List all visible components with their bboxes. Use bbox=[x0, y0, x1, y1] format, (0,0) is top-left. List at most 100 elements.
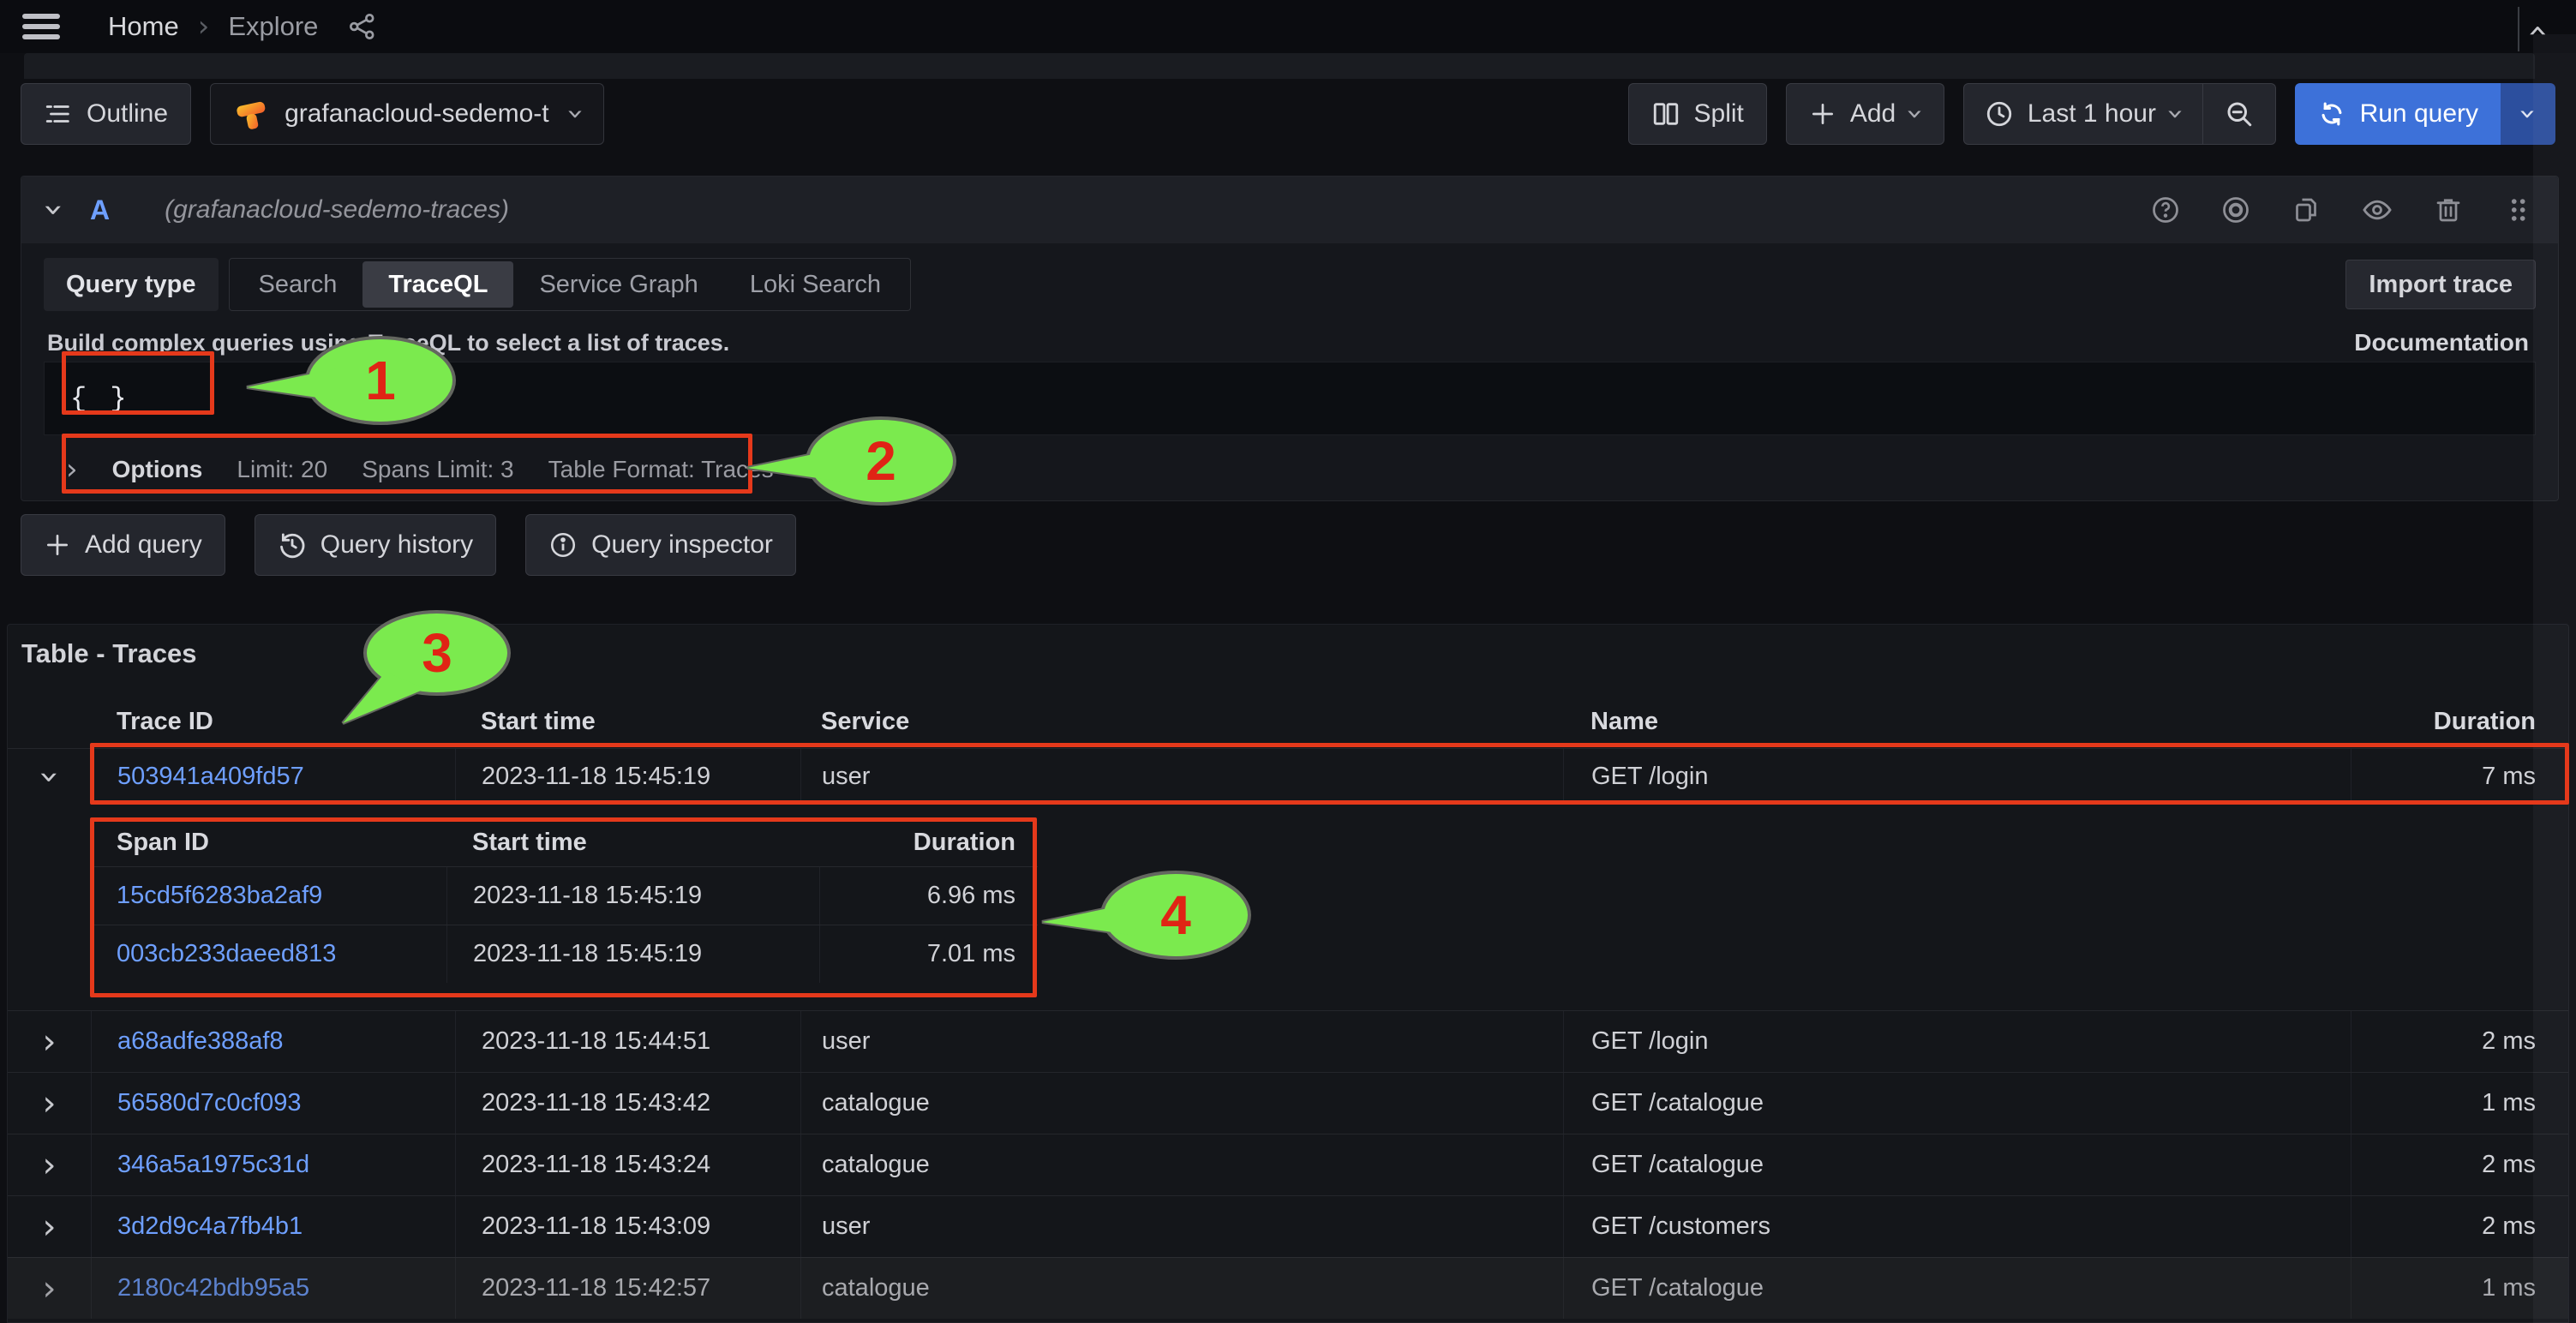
trace-duration: 2 ms bbox=[2351, 1196, 2569, 1257]
trace-id-link[interactable]: 3d2d9c4a7fb4b1 bbox=[91, 1196, 455, 1257]
span-row[interactable]: 003cb233daeed813 2023-11-18 15:45:19 7.0… bbox=[91, 925, 1038, 983]
query-options-row[interactable]: › Options Limit: 20 Spans Limit: 3 Table… bbox=[44, 444, 774, 495]
datasource-picker[interactable]: grafanacloud-sedemo-t › bbox=[210, 83, 604, 145]
split-button[interactable]: Split bbox=[1628, 83, 1767, 145]
eye-icon[interactable] bbox=[2361, 194, 2393, 226]
trace-duration: 1 ms bbox=[2351, 1258, 2569, 1319]
page-top-strip bbox=[24, 53, 2535, 79]
col-start-time[interactable]: Start time bbox=[455, 699, 800, 744]
options-table-format: Table Format: Traces bbox=[548, 456, 774, 483]
trace-id-link[interactable]: 503941a409fd57 bbox=[91, 749, 455, 805]
query-actions: Add query Query history Query inspector bbox=[21, 514, 796, 576]
add-query-button[interactable]: Add query bbox=[21, 514, 225, 576]
query-inspector-button[interactable]: Query inspector bbox=[525, 514, 796, 576]
traces-table-panel: Table - Traces Trace ID Start time Servi… bbox=[7, 624, 2569, 1323]
split-label: Split bbox=[1694, 99, 1744, 129]
trace-duration: 2 ms bbox=[2351, 1011, 2569, 1072]
datasource-name: grafanacloud-sedemo-t bbox=[285, 99, 549, 129]
trace-row[interactable]: › 2180c42bdb95a5 2023-11-18 15:42:57 cat… bbox=[8, 1257, 2569, 1319]
tab-traceql[interactable]: TraceQL bbox=[362, 261, 513, 308]
plus-icon bbox=[44, 531, 71, 559]
run-query-dropdown[interactable]: › bbox=[2501, 83, 2555, 145]
span-id-link[interactable]: 003cb233daeed813 bbox=[91, 925, 446, 983]
query-history-button[interactable]: Query history bbox=[255, 514, 496, 576]
trace-name: GET /catalogue bbox=[1563, 1073, 2351, 1134]
trace-row[interactable]: › 346a5a1975c31d 2023-11-18 15:43:24 cat… bbox=[8, 1134, 2569, 1195]
query-value: { } bbox=[70, 383, 130, 415]
trace-id-link[interactable]: 346a5a1975c31d bbox=[91, 1134, 455, 1195]
expand-row-icon[interactable]: › bbox=[43, 1087, 57, 1121]
trace-start-time: 2023-11-18 15:45:19 bbox=[455, 749, 800, 805]
zoom-out-button[interactable] bbox=[2202, 84, 2275, 144]
traceql-query-input[interactable]: { } bbox=[44, 362, 2536, 435]
drag-handle-icon[interactable] bbox=[2503, 195, 2532, 224]
options-label: Options bbox=[112, 456, 203, 483]
scroll-up-icon[interactable]: › bbox=[2519, 24, 2554, 38]
col-name[interactable]: Name bbox=[1563, 699, 2351, 744]
collapse-chevron-icon[interactable]: › bbox=[37, 203, 71, 217]
trace-row[interactable]: › a68adfe388af8 2023-11-18 15:44:51 user… bbox=[8, 1010, 2569, 1072]
query-row-header[interactable]: › A (grafanacloud-sedemo-traces) bbox=[21, 177, 2558, 243]
expand-row-icon[interactable]: › bbox=[43, 1272, 57, 1306]
trace-service: catalogue bbox=[800, 1134, 1563, 1195]
trace-row[interactable]: › 56580d7c0cf093 2023-11-18 15:43:42 cat… bbox=[8, 1072, 2569, 1134]
query-type-label: Query type bbox=[44, 258, 219, 311]
copy-icon[interactable] bbox=[2291, 195, 2321, 225]
col-trace-id[interactable]: Trace ID bbox=[91, 699, 455, 744]
trace-id-link[interactable]: a68adfe388af8 bbox=[91, 1011, 455, 1072]
add-button[interactable]: Add › bbox=[1786, 83, 1944, 145]
outline-button[interactable]: Outline bbox=[21, 83, 191, 145]
trace-start-time: 2023-11-18 15:43:09 bbox=[455, 1196, 800, 1257]
trace-id-link[interactable]: 56580d7c0cf093 bbox=[91, 1073, 455, 1134]
span-id-link[interactable]: 15cd5f6283ba2af9 bbox=[91, 867, 446, 925]
clock-icon bbox=[1985, 99, 2014, 129]
trace-service: user bbox=[800, 1011, 1563, 1072]
documentation-link[interactable]: Documentation bbox=[2354, 329, 2529, 356]
chevron-right-icon: › bbox=[198, 12, 210, 41]
share-icon[interactable] bbox=[347, 11, 378, 42]
chevron-down-icon: › bbox=[1901, 108, 1930, 120]
breadcrumb-home[interactable]: Home bbox=[108, 11, 179, 42]
col-service[interactable]: Service bbox=[800, 699, 1563, 744]
expand-row-icon[interactable]: › bbox=[43, 1025, 57, 1059]
expand-row-icon[interactable]: › bbox=[43, 1210, 57, 1244]
outline-icon bbox=[44, 99, 73, 129]
trace-row-expanded[interactable]: › 503941a409fd57 2023-11-18 15:45:19 use… bbox=[8, 748, 2569, 805]
span-row[interactable]: 15cd5f6283ba2af9 2023-11-18 15:45:19 6.9… bbox=[91, 866, 1038, 925]
trace-row[interactable]: › 3d2d9c4a7fb4b1 2023-11-18 15:43:09 use… bbox=[8, 1195, 2569, 1257]
span-table: Span ID Start time Duration 15cd5f6283ba… bbox=[91, 818, 1038, 997]
tab-loki-search[interactable]: Loki Search bbox=[724, 261, 907, 308]
tab-search[interactable]: Search bbox=[233, 261, 363, 308]
trace-duration: 1 ms bbox=[2351, 1073, 2569, 1134]
col-span-start-time: Start time bbox=[446, 818, 819, 866]
options-limit: Limit: 20 bbox=[237, 456, 327, 483]
breadcrumb-explore[interactable]: Explore bbox=[228, 11, 318, 42]
query-type-tabs: Search TraceQL Service Graph Loki Search bbox=[229, 258, 911, 311]
run-query-label: Run query bbox=[2360, 99, 2478, 129]
run-query-button[interactable]: Run query bbox=[2295, 83, 2501, 145]
expand-row-icon[interactable]: › bbox=[43, 1148, 57, 1182]
trace-id-link[interactable]: 2180c42bdb95a5 bbox=[91, 1258, 455, 1319]
breadcrumb: Home › Explore bbox=[108, 11, 318, 42]
time-range-label: Last 1 hour bbox=[2028, 99, 2156, 129]
query-inspector-label: Query inspector bbox=[591, 530, 773, 560]
collapse-row-icon[interactable]: › bbox=[33, 770, 67, 784]
top-nav: Home › Explore › bbox=[0, 0, 2576, 53]
col-span-id: Span ID bbox=[91, 818, 446, 866]
span-start-time: 2023-11-18 15:45:19 bbox=[446, 867, 819, 925]
time-range-button[interactable]: Last 1 hour › bbox=[1964, 84, 2202, 144]
trace-name: GET /catalogue bbox=[1563, 1258, 2351, 1319]
help-icon[interactable] bbox=[2150, 195, 2181, 225]
query-editor-panel: › A (grafanacloud-sedemo-traces) bbox=[21, 176, 2559, 501]
menu-icon[interactable] bbox=[22, 14, 60, 39]
query-type-row: Query type Search TraceQL Service Graph … bbox=[44, 257, 2536, 312]
query-history-label: Query history bbox=[321, 530, 473, 560]
trash-icon[interactable] bbox=[2433, 195, 2464, 225]
time-picker: Last 1 hour › bbox=[1963, 83, 2276, 145]
record-circle-icon[interactable] bbox=[2220, 195, 2251, 225]
tab-service-graph[interactable]: Service Graph bbox=[513, 261, 723, 308]
traceql-description: Build complex queries using TraceQL to s… bbox=[47, 330, 729, 356]
trace-start-time: 2023-11-18 15:42:57 bbox=[455, 1258, 800, 1319]
import-trace-button[interactable]: Import trace bbox=[2345, 260, 2536, 309]
col-duration[interactable]: Duration bbox=[2351, 699, 2569, 744]
